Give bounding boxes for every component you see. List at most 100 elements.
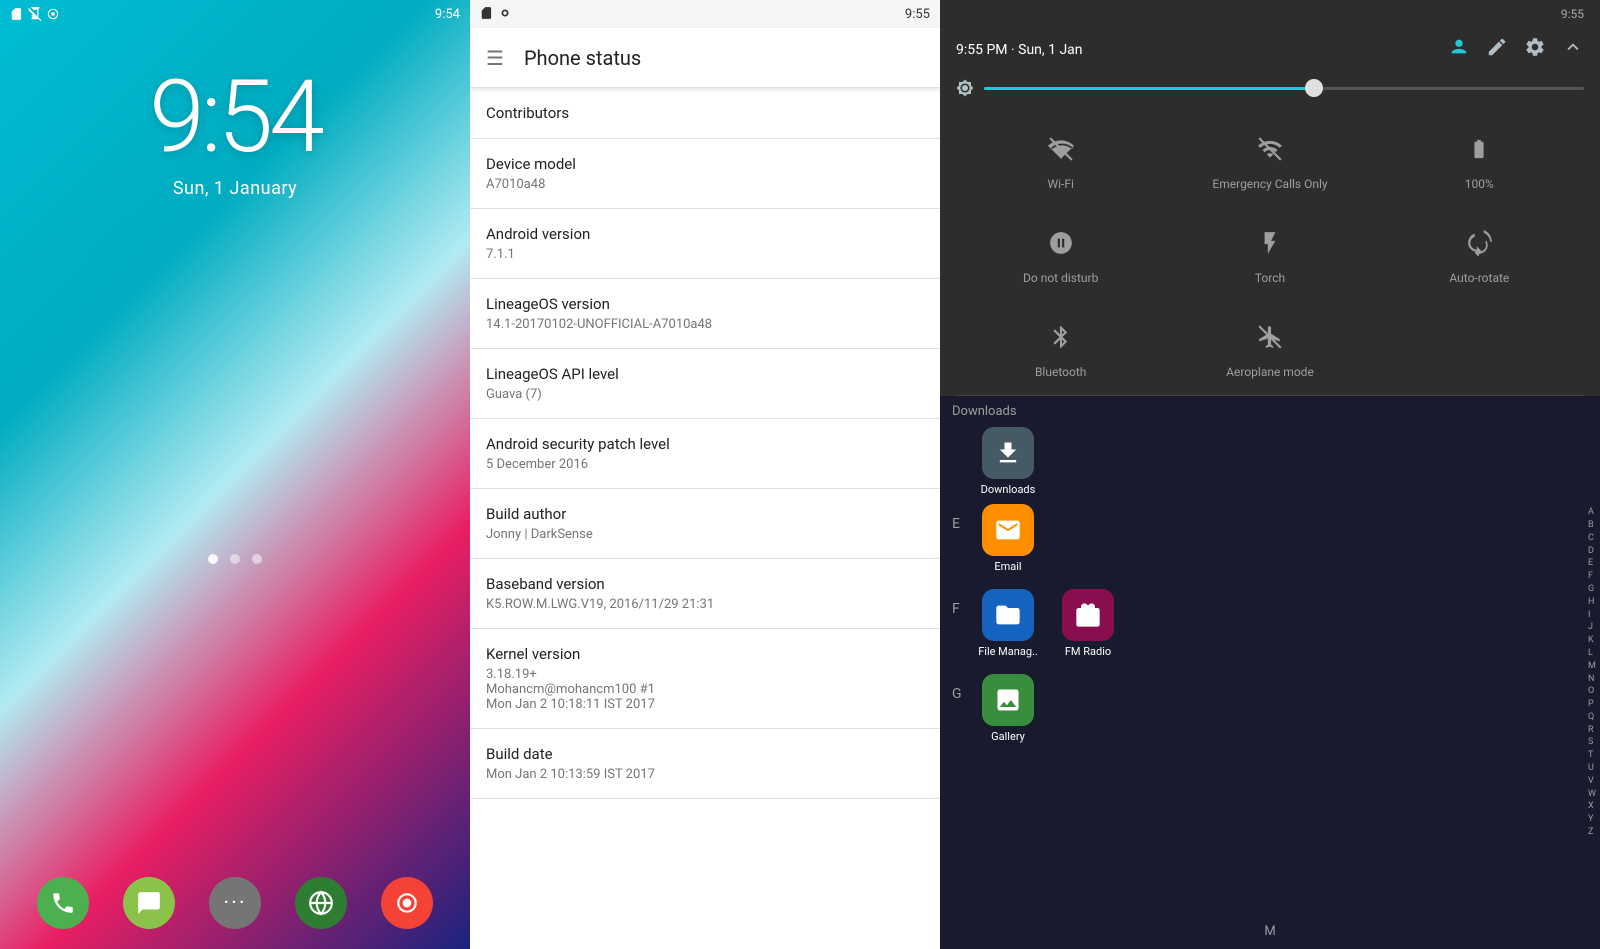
lock-screen-dock: ··· [0, 877, 470, 929]
alpha-g[interactable]: G [1588, 584, 1596, 595]
qs-tile-bluetooth[interactable]: Bluetooth [956, 301, 1165, 395]
qs-bluetooth-label: Bluetooth [1035, 365, 1086, 379]
qs-tile-torch[interactable]: Torch [1165, 207, 1374, 301]
app-drawer: Downloads Downloads E Email [940, 396, 1600, 949]
kernel-version-item: Kernel version 3.18.19+ Mohancm@mohancm1… [470, 629, 940, 729]
app-fm-radio[interactable]: FM Radio [1052, 589, 1124, 658]
qs-header: 9:55 PM · Sun, 1 Jan [940, 28, 1600, 75]
qs-tiles-grid: Wi-Fi Emergency Calls Only 100% [940, 113, 1600, 395]
alpha-d[interactable]: D [1588, 546, 1596, 557]
qs-edit-icon[interactable] [1486, 36, 1508, 63]
downloads-icon [982, 427, 1034, 479]
alpha-k[interactable]: K [1588, 635, 1596, 646]
alpha-e[interactable]: E [1588, 558, 1596, 569]
qs-tile-airplane[interactable]: Aeroplane mode [1165, 301, 1374, 395]
phone-status-right-icons: 9:55 [905, 7, 930, 22]
alpha-y[interactable]: Y [1588, 814, 1596, 825]
signal-icon [28, 7, 42, 21]
device-model-item: Device model A7010a48 [470, 139, 940, 209]
qs-tile-wifi[interactable]: Wi-Fi [956, 113, 1165, 207]
f-section-letter: F [952, 589, 972, 617]
alpha-j[interactable]: J [1588, 622, 1596, 633]
qs-header-icons [1448, 36, 1584, 63]
alpha-w[interactable]: W [1588, 789, 1596, 800]
lineageos-version-label: LineageOS version [486, 295, 924, 313]
brightness-icon [956, 79, 974, 97]
phone-signal-icon [498, 6, 512, 20]
alpha-h[interactable]: H [1588, 597, 1596, 608]
qs-settings-icon[interactable] [1524, 36, 1546, 63]
qs-tile-dnd[interactable]: Do not disturb [956, 207, 1165, 301]
phone-status-header: ☰ Phone status [470, 28, 940, 88]
security-patch-label: Android security patch level [486, 435, 924, 453]
phone-status-list: Contributors Device model A7010a48 Andro… [470, 88, 940, 949]
contributors-item: Contributors [470, 88, 940, 139]
fm-radio-icon [1062, 589, 1114, 641]
dock-phone-button[interactable] [37, 877, 89, 929]
qs-tile-emergency[interactable]: Emergency Calls Only [1165, 113, 1374, 207]
brightness-slider[interactable] [940, 75, 1600, 113]
alpha-i[interactable]: I [1588, 610, 1596, 621]
fm-radio-app-label: FM Radio [1065, 645, 1111, 658]
alpha-m[interactable]: M [1588, 661, 1596, 672]
alpha-p[interactable]: P [1588, 699, 1596, 710]
file-manager-app-label: File Manag.. [978, 645, 1038, 658]
alpha-l[interactable]: L [1588, 648, 1596, 659]
dock-browser-button[interactable] [295, 877, 347, 929]
alpha-s[interactable]: S [1588, 737, 1596, 748]
browser-icon [308, 890, 334, 916]
dot-3 [252, 554, 262, 564]
phone-status-left-icons [480, 5, 512, 24]
gallery-icon [982, 674, 1034, 726]
app-downloads[interactable]: Downloads [972, 427, 1044, 496]
dock-messages-button[interactable] [123, 877, 175, 929]
alpha-f[interactable]: F [1588, 571, 1596, 582]
alpha-b[interactable]: B [1588, 520, 1596, 531]
lineageos-api-value: Guava (7) [486, 387, 924, 402]
dot-1 [208, 554, 218, 564]
app-email[interactable]: Email [972, 504, 1044, 573]
f-section: F File Manag.. FM Radio [940, 581, 1600, 666]
app-gallery[interactable]: Gallery [972, 674, 1044, 743]
alpha-q[interactable]: Q [1588, 712, 1596, 723]
qs-wifi-label: Wi-Fi [1047, 177, 1073, 191]
lock-screen-status-bar: 9:54 [0, 0, 470, 28]
kernel-version-value: 3.18.19+ Mohancm@mohancm100 #1 Mon Jan 2… [486, 667, 924, 712]
alpha-o[interactable]: O [1588, 686, 1596, 697]
qs-bluetooth-icon [1041, 317, 1081, 357]
alpha-r[interactable]: R [1588, 725, 1596, 736]
security-patch-value: 5 December 2016 [486, 457, 924, 472]
alpha-z[interactable]: Z [1588, 827, 1596, 838]
dock-record-button[interactable] [381, 877, 433, 929]
alpha-u[interactable]: U [1588, 763, 1596, 774]
alpha-a[interactable]: A [1588, 507, 1596, 518]
qs-rotate-label: Auto-rotate [1449, 271, 1509, 285]
brightness-track[interactable] [984, 87, 1584, 90]
qs-tile-battery[interactable]: 100% [1375, 113, 1584, 207]
lineageos-version-value: 14.1-20170102-UNOFFICIAL-A7010a48 [486, 317, 924, 332]
qs-tile-rotate[interactable]: Auto-rotate [1375, 207, 1584, 301]
e-section-letter: E [952, 504, 972, 532]
qs-battery-label: 100% [1465, 177, 1494, 191]
alphabetical-scroll-bar[interactable]: A B C D E F G H I J K L M N O P Q R S T … [1588, 396, 1596, 949]
device-model-value: A7010a48 [486, 177, 924, 192]
f-apps-grid: File Manag.. FM Radio [972, 589, 1124, 658]
alpha-x[interactable]: X [1588, 801, 1596, 812]
hamburger-menu-button[interactable]: ☰ [486, 46, 504, 70]
qs-account-icon[interactable] [1448, 36, 1470, 63]
current-section-indicator: M [1264, 924, 1275, 939]
lock-screen-page-indicator [0, 549, 470, 568]
dock-apps-button[interactable]: ··· [209, 877, 261, 929]
e-section: E Email [940, 496, 1600, 581]
lock-screen: 9:54 9:54 Sun, 1 January ··· [0, 0, 470, 949]
record-icon [394, 890, 420, 916]
qs-collapse-icon[interactable] [1562, 36, 1584, 63]
alpha-c[interactable]: C [1588, 533, 1596, 544]
alpha-n[interactable]: N [1588, 674, 1596, 685]
app-file-manager[interactable]: File Manag.. [972, 589, 1044, 658]
qs-emergency-label: Emergency Calls Only [1212, 177, 1327, 191]
android-version-item: Android version 7.1.1 [470, 209, 940, 279]
baseband-version-item: Baseband version K5.ROW.M.LWG.V19, 2016/… [470, 559, 940, 629]
alpha-v[interactable]: V [1588, 776, 1596, 787]
alpha-t[interactable]: T [1588, 750, 1596, 761]
